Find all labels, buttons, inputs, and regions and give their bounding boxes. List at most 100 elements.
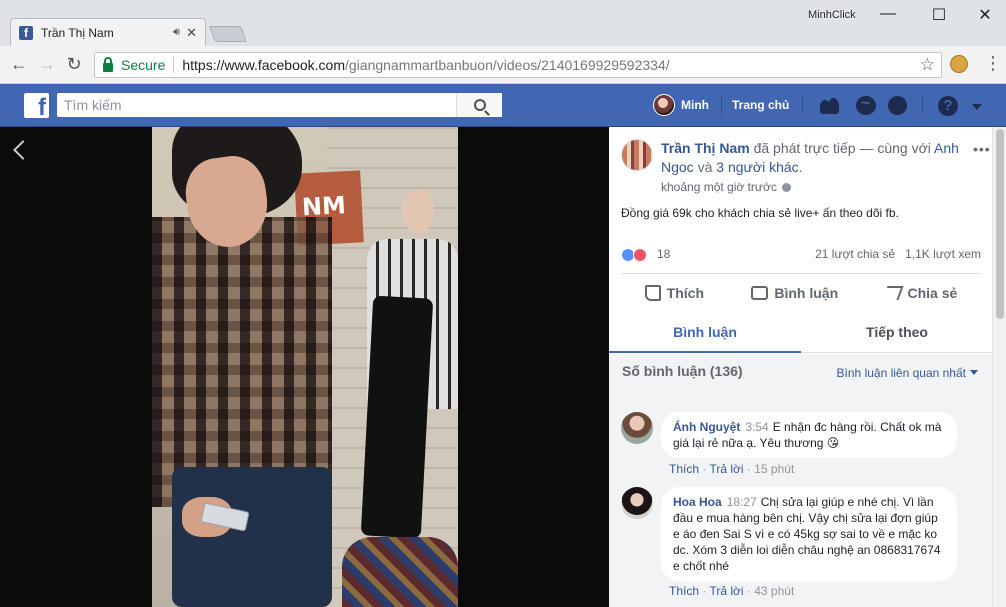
messenger-icon[interactable] [856, 95, 876, 115]
post-panel: Trần Thị Nam đã phát trực tiếp — cùng vớ… [609, 127, 992, 607]
comment-bubble: Ánh Nguyệt 3:54 E nhận đc hàng rồi. Chất o… [661, 412, 957, 458]
author-avatar[interactable] [621, 139, 653, 171]
divider [621, 273, 981, 274]
video-mannequin [402, 189, 434, 233]
video-timestamp-link[interactable]: 3:54 [745, 420, 768, 434]
back-icon[interactable]: ← [8, 54, 30, 74]
scrollbar-thumb[interactable] [996, 129, 1004, 319]
url-scheme: https:// [182, 57, 225, 73]
comment-actions: Thích · Trả lời · 15 phút [669, 462, 795, 476]
author-name[interactable]: Trần Thị Nam [661, 140, 750, 156]
minimize-icon[interactable]: — [878, 5, 898, 23]
user-name: Minh [681, 98, 709, 112]
commenter-name[interactable]: Ánh Nguyệt [673, 420, 740, 434]
profile-link[interactable]: Minh [653, 94, 709, 116]
cookie-extension-icon[interactable] [950, 55, 968, 73]
browser-toolbar: ← → ↻ Secure https:// www.facebook.com /… [0, 46, 1006, 84]
header-divider [721, 96, 722, 114]
post-timestamp[interactable]: khoảng một giờ trước [661, 180, 791, 194]
profile-name[interactable]: MinhClick [808, 9, 856, 21]
home-link[interactable]: Trang chủ [732, 98, 789, 112]
comment-count: Số bình luận (136) [622, 363, 743, 379]
tab-up-next[interactable]: Tiếp theo [801, 317, 992, 353]
share-label: Chia sẻ [907, 285, 958, 301]
post-actions: Thích Bình luận Chia sẻ [621, 277, 981, 309]
more-options-icon[interactable]: ••• [973, 141, 991, 157]
video-timestamp-link[interactable]: 18:27 [727, 495, 757, 509]
commenter-name[interactable]: Hoa Hoa [673, 495, 722, 509]
comment-tabs: Bình luận Tiếp theo [609, 317, 992, 353]
comment-like-link[interactable]: Thích [669, 462, 699, 476]
comment-reply-link[interactable]: Trả lời [709, 584, 743, 598]
tab-comments[interactable]: Bình luận [609, 317, 801, 353]
share-button[interactable]: Chia sẻ [882, 285, 958, 301]
forward-icon[interactable]: → [36, 54, 58, 74]
search-button[interactable] [456, 93, 502, 117]
avatar [653, 94, 675, 116]
url-path: /giangnammartbanbuon/videos/214016992959… [345, 57, 670, 73]
love-reaction-icon[interactable] [633, 248, 647, 262]
comment-age[interactable]: 15 phút [754, 462, 794, 476]
omnibox-divider [173, 57, 175, 73]
speaker-icon[interactable]: 🔊︎ [173, 26, 180, 39]
shares-views[interactable]: 21 lượt chia sẻ 1,1K lượt xem [815, 247, 981, 261]
comments-section: Số bình luận (136) Bình luận liên quan n… [609, 354, 992, 607]
thumbs-up-icon [644, 285, 661, 301]
video-stage [0, 127, 609, 607]
comment-icon [751, 286, 769, 300]
header-divider [922, 96, 923, 114]
and-text: và [693, 159, 717, 175]
chevron-left-icon[interactable] [10, 137, 30, 167]
reaction-count[interactable]: 18 [657, 247, 670, 261]
reload-icon[interactable]: ↻ [63, 54, 85, 74]
browser-titlebar: f Trần Thị Nam 🔊︎ ✕ MinhClick — ☐ ✕ [0, 0, 1006, 46]
tagged-others[interactable]: 3 người khác [716, 159, 798, 175]
comment-label: Bình luận [774, 285, 839, 301]
search-box [57, 93, 502, 117]
panel-scrollbar[interactable] [992, 127, 1006, 607]
friend-requests-icon[interactable] [818, 96, 840, 116]
reactions-bar: 18 21 lượt chia sẻ 1,1K lượt xem [621, 247, 981, 263]
bookmark-star-icon[interactable]: ☆ [920, 55, 935, 75]
post-time-text: khoảng một giờ trước [661, 180, 777, 194]
comment-reply-link[interactable]: Trả lời [709, 462, 743, 476]
live-video-frame[interactable] [152, 127, 458, 607]
video-person-jeans [172, 467, 332, 607]
comment-button[interactable]: Bình luận [751, 285, 838, 301]
address-bar[interactable]: Secure https:// www.facebook.com /giangn… [94, 52, 942, 78]
browser-tab[interactable]: f Trần Thị Nam 🔊︎ ✕ [10, 18, 206, 46]
notifications-globe-icon[interactable] [888, 96, 907, 115]
post-message: Đồng giá 69k cho khách chia sẻ live+ ấn … [621, 206, 899, 220]
chrome-menu-icon[interactable]: ⋮ [984, 54, 1002, 72]
close-tab-icon[interactable]: ✕ [186, 25, 197, 41]
tab-title: Trần Thị Nam [41, 25, 114, 40]
comment-like-link[interactable]: Thích [669, 584, 699, 598]
comment-sort-dropdown[interactable]: Bình luận liên quan nhất [837, 366, 978, 380]
facebook-favicon-icon: f [19, 25, 33, 40]
share-icon [882, 286, 905, 300]
new-tab-button[interactable] [209, 26, 247, 42]
comment-bubble: Hoa Hoa 18:27 Chị sửa lại giúp e nhé chị. … [661, 487, 957, 581]
period: . [798, 159, 803, 175]
close-window-icon[interactable]: ✕ [975, 5, 995, 25]
video-person-shirt [152, 217, 332, 507]
commenter-avatar[interactable] [621, 487, 653, 519]
public-globe-icon [781, 183, 791, 192]
account-menu-caret-icon[interactable] [972, 104, 982, 110]
commenter-avatar[interactable] [621, 412, 653, 444]
comment-actions: Thích · Trả lời · 43 phút [669, 584, 795, 598]
search-input[interactable] [57, 94, 457, 116]
like-label: Thích [666, 285, 705, 301]
lock-icon [103, 56, 113, 72]
header-divider [802, 96, 803, 114]
comment-age[interactable]: 43 phút [754, 584, 794, 598]
maximize-icon[interactable]: ☐ [929, 5, 949, 25]
search-icon [473, 99, 486, 111]
facebook-logo-icon[interactable]: f [24, 93, 49, 118]
secure-label: Secure [121, 57, 166, 73]
like-button[interactable]: Thích [644, 285, 705, 301]
url-host: www.facebook.com [224, 57, 345, 73]
help-icon[interactable]: ? [938, 96, 958, 116]
video-dark-garment [360, 295, 434, 539]
live-text: đã phát trực tiếp — cùng với [749, 140, 934, 156]
